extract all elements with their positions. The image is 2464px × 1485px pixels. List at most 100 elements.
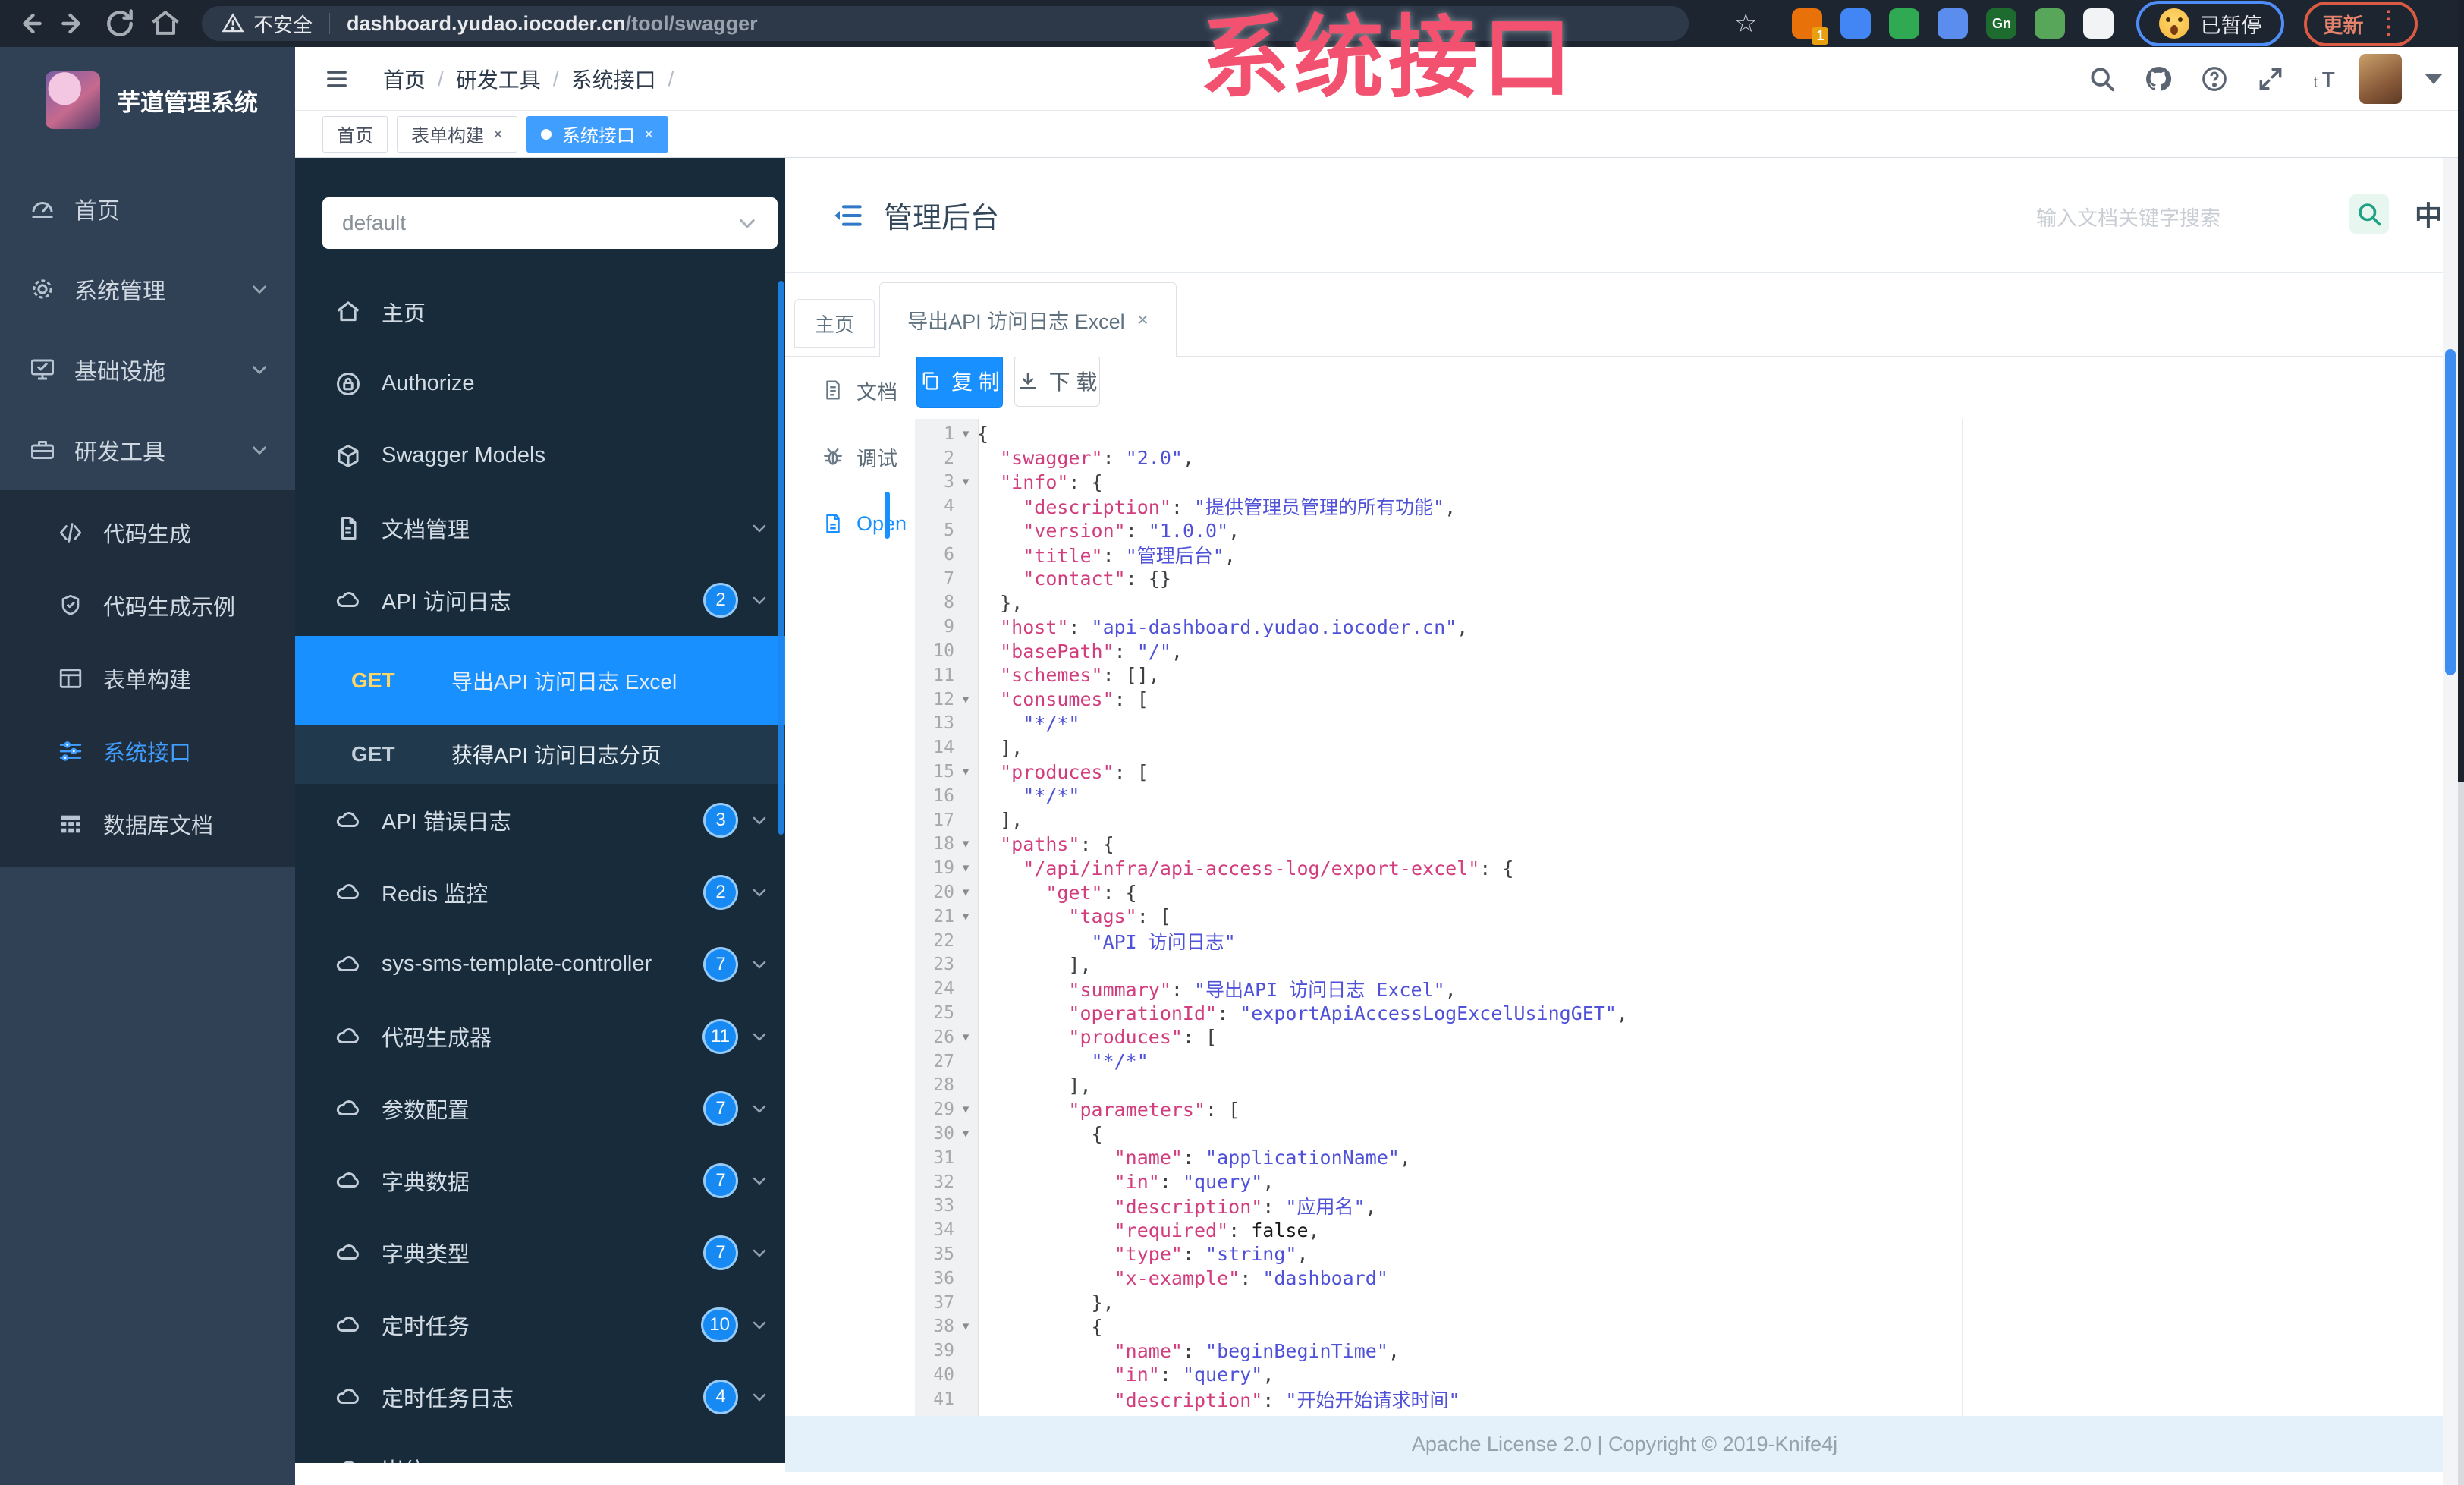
download-button[interactable]: 下 载 (1014, 355, 1100, 407)
doc-nav: 文档 调试 Open (785, 357, 915, 1416)
extension-icon[interactable]: Gn (1986, 8, 2017, 39)
code-line: 38 ▾ { (933, 1315, 1103, 1338)
sidebar-item[interactable]: 首页 (0, 168, 295, 249)
count-badge: 2 (703, 582, 738, 618)
tag[interactable]: 表单构建 × (397, 115, 517, 153)
sidebar-item[interactable]: 研发工具 (0, 410, 295, 490)
collapse-menu-icon[interactable] (831, 200, 864, 231)
swagger-menu-item[interactable]: sys-sms-template-controller 7 (295, 928, 785, 1000)
code-line: 28 ], (933, 1074, 1092, 1096)
extension-icon[interactable] (2083, 8, 2114, 39)
sidebar-subitem[interactable]: 系统接口 (0, 715, 295, 788)
language-toggle[interactable]: 中 (2415, 194, 2442, 234)
count-badge: 11 (702, 1018, 738, 1054)
extension-icon[interactable] (1889, 8, 1920, 39)
http-method: GET (351, 742, 395, 766)
swagger-menu-item[interactable]: 字典数据 7 (295, 1144, 785, 1216)
fold-caret-icon[interactable]: ▾ (954, 1030, 977, 1045)
swagger-menu-item[interactable]: 岗位 (295, 1433, 785, 1463)
doc-nav-item[interactable]: Open (785, 490, 915, 557)
github-icon[interactable] (2144, 64, 2173, 93)
sidebar-subitem[interactable]: 表单构建 (0, 642, 295, 715)
fontsize-icon[interactable]: tT (2312, 64, 2341, 93)
app-title: 芋道管理系统 (117, 89, 258, 116)
avatar-caret-icon[interactable] (2425, 73, 2443, 84)
copy-button[interactable]: 复 制 (916, 354, 1003, 408)
code-line: 6 "title": "管理后台", (944, 544, 1236, 567)
fold-caret-icon[interactable]: ▾ (954, 836, 977, 851)
tab-home[interactable]: 主页 (794, 299, 875, 348)
paused-chip[interactable]: 已暂停 (2136, 1, 2285, 46)
avatar[interactable] (2359, 53, 2402, 104)
close-icon[interactable]: × (644, 124, 654, 144)
swagger-menu-item[interactable]: Redis 监控 2 (295, 856, 785, 928)
forward-icon[interactable] (58, 7, 91, 40)
cloud-icon (335, 1311, 362, 1339)
swagger-menu-item[interactable]: API 错误日志 3 (295, 784, 785, 856)
swagger-menu-item[interactable]: Swagger Models (295, 420, 785, 492)
tag[interactable]: 首页 (322, 115, 388, 153)
close-icon[interactable]: × (493, 124, 503, 144)
extension-icon[interactable]: 1 (1792, 8, 1829, 45)
code-line: 30 ▾ { (933, 1122, 1103, 1145)
cloud-icon (335, 1239, 362, 1266)
sidebar-item[interactable]: 基础设施 (0, 329, 295, 410)
fold-caret-icon[interactable]: ▾ (954, 1102, 977, 1117)
back-icon[interactable] (12, 7, 46, 40)
sidebar-subitem[interactable]: 代码生成示例 (0, 569, 295, 642)
swagger-menu-item[interactable]: API 访问日志 2 (295, 564, 785, 636)
fold-caret-icon[interactable]: ▾ (954, 474, 977, 489)
fold-caret-icon[interactable]: ▾ (954, 1319, 977, 1334)
question-icon[interactable] (2200, 64, 2229, 93)
fold-caret-icon[interactable]: ▾ (954, 909, 977, 924)
operation-item[interactable]: GET 导出API 访问日志 Excel (295, 636, 785, 725)
swagger-menu-item[interactable]: 代码生成器 11 (295, 1000, 785, 1072)
close-icon[interactable]: × (1137, 308, 1149, 332)
extension-icon[interactable] (2035, 8, 2066, 39)
hamburger-icon[interactable] (322, 68, 351, 90)
swagger-menu-item[interactable]: 定时任务日志 4 (295, 1361, 785, 1433)
search-icon[interactable] (2349, 194, 2389, 234)
fold-caret-icon[interactable]: ▾ (954, 426, 977, 442)
tag[interactable]: 系统接口 × (526, 115, 668, 153)
sidebar-subitem[interactable]: 数据库文档 (0, 788, 295, 860)
swagger-menu-item[interactable]: 定时任务 10 (295, 1288, 785, 1361)
sidebar-scrollbar[interactable] (778, 281, 784, 835)
sidebar-item[interactable]: 系统管理 (0, 249, 295, 329)
extension-icon[interactable] (1938, 8, 1969, 39)
app-logo-row[interactable]: 芋道管理系统 (0, 47, 295, 138)
swagger-menu-item[interactable]: Authorize (295, 348, 785, 420)
search-icon[interactable] (2088, 64, 2117, 93)
open-file-icon (822, 512, 844, 535)
swagger-json-editor[interactable]: 1 ▾{2 "swagger": "2.0", 3 ▾ "info": {4 "des… (915, 419, 2447, 1416)
bookmark-star-icon[interactable]: ☆ (1734, 8, 1757, 39)
page-scrollbar-thumb[interactable] (2445, 349, 2456, 675)
chevron-icon (750, 811, 768, 829)
fold-caret-icon[interactable]: ▾ (954, 764, 977, 779)
fold-caret-icon[interactable]: ▾ (954, 692, 977, 707)
docs-icon (335, 514, 362, 542)
fold-caret-icon[interactable]: ▾ (954, 885, 977, 900)
doc-nav-item[interactable]: 文档 (785, 357, 915, 423)
doc-search-input[interactable]: 输入文档关键字搜索 (2033, 188, 2363, 241)
swagger-menu-item[interactable]: 主页 (295, 275, 785, 348)
swagger-menu-item[interactable]: 文档管理 (295, 492, 785, 564)
fullscreen-icon[interactable] (2256, 64, 2285, 93)
fold-caret-icon[interactable]: ▾ (954, 1126, 977, 1141)
operation-item[interactable]: GET 获得API 访问日志分页 (295, 725, 785, 784)
code-line: 40 "in": "query", (933, 1364, 1274, 1386)
update-chip[interactable]: 更新 ⋮ ⋮ (2304, 1, 2418, 46)
code-line: 26 ▾ "produces": [ (933, 1026, 1218, 1049)
fold-caret-icon[interactable]: ▾ (954, 860, 977, 876)
swagger-menu-item[interactable]: 参数配置 7 (295, 1072, 785, 1144)
doc-nav-item[interactable]: 调试 (785, 423, 915, 490)
group-select[interactable]: default (322, 197, 778, 249)
extension-icon[interactable] (1840, 8, 1872, 39)
browser-menu-icon[interactable]: ⋮ ⋮ (2377, 8, 2400, 39)
tab-export-api-log[interactable]: 导出API 访问日志 Excel × (879, 282, 1177, 357)
home-icon[interactable] (149, 7, 182, 40)
swagger-menu-item[interactable]: 字典类型 7 (295, 1216, 785, 1288)
sidebar-subitem[interactable]: 代码生成 (0, 496, 295, 569)
extensions-row: 1 Gn (1792, 8, 2114, 45)
reload-icon[interactable] (103, 7, 137, 40)
